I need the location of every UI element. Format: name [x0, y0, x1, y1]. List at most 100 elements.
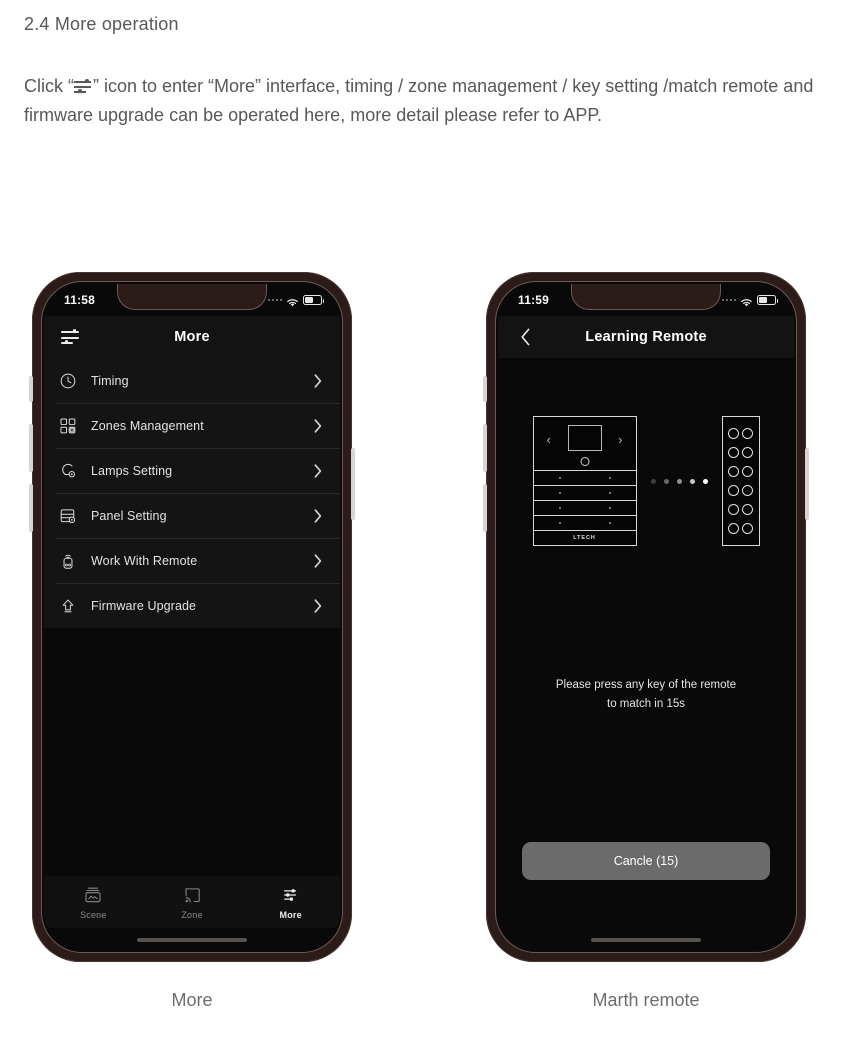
- power-button[interactable]: [805, 448, 809, 520]
- hamburger-menu-button[interactable]: [58, 324, 84, 350]
- grid-settings-icon: [58, 416, 78, 436]
- menu-item-label: Panel Setting: [91, 508, 167, 523]
- remote-key: [728, 485, 739, 496]
- remote-key: [742, 428, 753, 439]
- status-time: 11:58: [64, 293, 96, 307]
- remote-key: [742, 523, 753, 534]
- phone-screen-bezel: 11:58 More Timing Zones Management Lamps…: [41, 281, 343, 953]
- screen-more: 11:58 More Timing Zones Management Lamps…: [44, 284, 340, 950]
- tab-label: Zone: [181, 909, 203, 920]
- remote-key: [742, 485, 753, 496]
- bottom-tab-bar: Scene Zone More: [44, 876, 340, 928]
- tab-scene[interactable]: Scene: [44, 885, 143, 920]
- volume-down-button[interactable]: [483, 484, 487, 532]
- nav-title: Learning Remote: [585, 329, 707, 345]
- volume-up-button[interactable]: [29, 424, 33, 472]
- battery-icon: [303, 295, 325, 305]
- chevron-right-icon: [314, 553, 322, 568]
- menu-item-label: Work With Remote: [91, 553, 198, 568]
- menu-item-firmware-upgrade[interactable]: Firmware Upgrade: [44, 583, 340, 628]
- status-bar: 11:59: [498, 284, 794, 316]
- remote-key: [728, 504, 739, 515]
- page-title: 2.4 More operation: [24, 14, 179, 34]
- screen-learning-remote: 11:59 Learning Remote ‹ › LTECH Please p…: [498, 284, 794, 950]
- home-indicator[interactable]: [591, 938, 701, 942]
- nav-bar: Learning Remote: [498, 316, 794, 358]
- paragraph-part-1: Click “: [24, 76, 74, 96]
- panel-key-row: [533, 501, 636, 516]
- status-time: 11:59: [518, 293, 550, 307]
- panel-settings-icon: [58, 506, 78, 526]
- panel-display: [567, 425, 602, 451]
- tab-more[interactable]: More: [241, 885, 340, 920]
- chevron-right-icon: [314, 598, 322, 613]
- remote-key: [742, 466, 753, 477]
- caption-marth-remote: Marth remote: [592, 990, 700, 1010]
- caption-more: More: [171, 990, 213, 1010]
- status-icons: [267, 295, 325, 307]
- screen-content: ‹ › LTECH Please press any key of the re…: [498, 358, 794, 950]
- silence-switch[interactable]: [483, 376, 487, 402]
- chevron-right-icon: [314, 508, 322, 523]
- tab-zone[interactable]: Zone: [143, 885, 242, 920]
- screen-content: Timing Zones Management Lamps Setting Pa…: [44, 358, 340, 950]
- menu-item-work-with-remote[interactable]: Work With Remote: [44, 538, 340, 583]
- panel-key-row: [533, 471, 636, 486]
- panel-key-row: [533, 486, 636, 501]
- body-paragraph: Click “” icon to enter “More” interface,…: [24, 72, 829, 130]
- sliders-icon: [74, 79, 93, 94]
- wifi-icon: [740, 295, 753, 307]
- menu-item-panel-setting[interactable]: Panel Setting: [44, 493, 340, 538]
- upload-arrow-icon: [58, 596, 78, 616]
- battery-icon: [757, 295, 779, 305]
- clock-icon: [58, 371, 78, 391]
- menu-item-lamps-setting[interactable]: Lamps Setting: [44, 448, 340, 493]
- panel-brand-label: LTECH: [573, 535, 596, 541]
- chevron-left-icon: [520, 328, 531, 346]
- remote-key: [728, 428, 739, 439]
- remote-key: [728, 523, 739, 534]
- wall-panel-graphic: ‹ › LTECH: [532, 416, 637, 546]
- chevron-right-icon: [314, 418, 322, 433]
- settings-menu-list: Timing Zones Management Lamps Setting Pa…: [44, 358, 340, 628]
- chevron-right-icon: [314, 373, 322, 388]
- signal-dots-animation: [650, 478, 708, 484]
- lamp-settings-icon: [58, 461, 78, 481]
- status-bar: 11:58: [44, 284, 340, 316]
- instruction-line-2: to match in 15s: [607, 698, 685, 710]
- remote-key: [728, 447, 739, 458]
- tab-label: Scene: [80, 909, 107, 920]
- wifi-icon: [286, 295, 299, 307]
- remote-key: [742, 504, 753, 515]
- hamburger-icon: [61, 329, 81, 344]
- remote-graphic: [721, 416, 760, 546]
- remote-key: [728, 466, 739, 477]
- nav-bar: More: [44, 316, 340, 358]
- menu-item-timing[interactable]: Timing: [44, 358, 340, 403]
- panel-key-row: [533, 516, 636, 531]
- power-button[interactable]: [351, 448, 355, 520]
- menu-item-label: Firmware Upgrade: [91, 598, 197, 613]
- menu-item-label: Zones Management: [91, 418, 204, 433]
- volume-down-button[interactable]: [29, 484, 33, 532]
- phone-mockup-more: 11:58 More Timing Zones Management Lamps…: [29, 272, 355, 962]
- phone-mockup-learning-remote: 11:59 Learning Remote ‹ › LTECH Please p…: [483, 272, 809, 962]
- home-indicator[interactable]: [137, 938, 247, 942]
- phone-screen-bezel: 11:59 Learning Remote ‹ › LTECH Please p…: [495, 281, 797, 953]
- back-button[interactable]: [512, 324, 538, 350]
- chevron-right-icon: [314, 463, 322, 478]
- pairing-instruction: Please press any key of the remote to ma…: [498, 676, 794, 714]
- panel-knob-icon: [580, 457, 589, 466]
- pairing-illustration: ‹ › LTECH: [498, 416, 794, 546]
- status-icons: [721, 295, 779, 307]
- volume-up-button[interactable]: [483, 424, 487, 472]
- signal-dots-icon: [721, 298, 736, 302]
- tab-label: More: [279, 909, 302, 920]
- paragraph-part-2: ” icon to enter “More” interface, timing…: [24, 76, 814, 125]
- silence-switch[interactable]: [29, 376, 33, 402]
- cancel-button[interactable]: Cancle (15): [522, 842, 770, 880]
- remote-key: [742, 447, 753, 458]
- menu-item-zones-management[interactable]: Zones Management: [44, 403, 340, 448]
- panel-arrow-right-icon: ›: [618, 432, 623, 447]
- menu-item-label: Timing: [91, 373, 129, 388]
